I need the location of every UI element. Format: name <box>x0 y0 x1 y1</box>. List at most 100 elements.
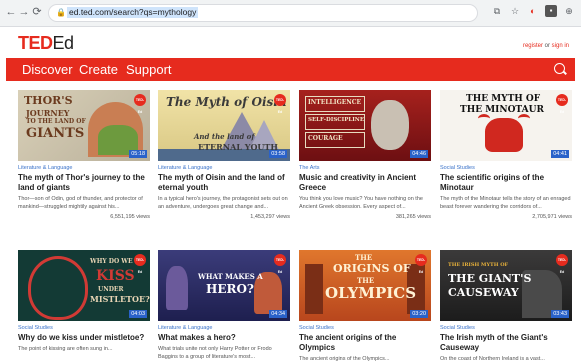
category-label[interactable]: Social Studies <box>299 325 431 331</box>
thumb-line: JOURNEY <box>26 108 70 118</box>
thumb-line: KISS <box>96 268 135 284</box>
address-bar[interactable]: 🔒 ed.ted.com/search?qs=mythology <box>48 4 478 22</box>
lesson-description: In a typical hero's journey, the protago… <box>158 196 288 210</box>
lock-icon: 🔒 <box>56 8 66 17</box>
lesson-thumbnail[interactable]: THE IRISH MYTH OF THE GIANT'S CAUSEWAY T… <box>440 250 572 321</box>
thumb-line: UNDER <box>98 286 124 293</box>
thumb-line: OLYMPICS <box>325 284 417 302</box>
nav-create[interactable]: Create <box>79 62 118 77</box>
thumb-line: INTELLIGENCE <box>308 99 362 106</box>
lesson-thumbnail[interactable]: WHY DO WE KISS UNDER MISTLETOE? TED-Ed 0… <box>18 250 150 321</box>
lesson-card[interactable]: WHAT MAKES A HERO? TED-Ed 04:34 Literatu… <box>158 250 290 361</box>
thumb-line: COURAGE <box>308 135 343 142</box>
thumb-line: THE MYTH OF <box>466 94 541 104</box>
sign-in-link[interactable]: sign in <box>552 43 569 49</box>
lesson-title[interactable]: The myth of Thor's journey to the land o… <box>18 173 150 193</box>
lesson-description: The point of kissing are often sung in..… <box>18 346 113 352</box>
logo-ed: Ed <box>52 33 75 53</box>
lesson-card[interactable]: THE IRISH MYTH OF THE GIANT'S CAUSEWAY T… <box>440 250 572 364</box>
menu-icon[interactable]: ⊕ <box>563 5 575 17</box>
reload-icon[interactable]: ⟳ <box>31 6 43 18</box>
duration-badge: 04:41 <box>551 150 569 158</box>
duration-badge: 04:46 <box>410 150 428 158</box>
lesson-card[interactable]: INTELLIGENCE SELF-DISCIPLINE COURAGE 04:… <box>299 90 431 220</box>
duration-badge: 03:20 <box>410 310 428 318</box>
lesson-description: The ancient origins of the Olympics... <box>299 356 390 362</box>
thumb-line: SELF-DISCIPLINE <box>308 117 365 123</box>
ted-ed-badge: TED-Ed <box>556 254 568 274</box>
lesson-card[interactable]: THE MYTH OF THE MINOTAUR TED-Ed 04:41 So… <box>440 90 572 220</box>
lesson-card[interactable]: WHY DO WE KISS UNDER MISTLETOE? TED-Ed 0… <box>18 250 150 354</box>
url-text[interactable]: ed.ted.com/search?qs=mythology <box>67 7 199 18</box>
ted-ed-badge: TED-Ed <box>274 254 286 274</box>
view-count: 381,265 views <box>395 214 431 220</box>
ted-ed-badge: TED-Ed <box>134 254 146 274</box>
category-label[interactable]: Literature & Language <box>18 165 150 171</box>
thumb-line: GIANTS <box>26 126 85 141</box>
nav-discover[interactable]: Discover <box>22 62 73 77</box>
lesson-title[interactable]: What makes a hero? <box>158 333 290 343</box>
account-links: register or sign in <box>523 43 569 49</box>
lesson-title[interactable]: Why do we kiss under mistletoe? <box>18 333 150 343</box>
thumb-line: WHAT MAKES A <box>198 272 263 281</box>
lesson-title[interactable]: The myth of Oisin and the land of eterna… <box>158 173 290 193</box>
lesson-description: Thor—son of Odin, god of thunder, and pr… <box>18 196 143 210</box>
register-link[interactable]: register <box>523 43 543 49</box>
view-count: 6,551,195 views <box>110 214 150 220</box>
translate-icon[interactable]: ⧉ <box>491 5 503 17</box>
extension-square-icon[interactable]: ▪ <box>545 5 557 17</box>
category-label[interactable]: The Arts <box>299 165 431 171</box>
duration-badge: 03:43 <box>551 310 569 318</box>
duration-badge: 05:18 <box>129 150 147 158</box>
logo-ted: TED <box>18 33 53 53</box>
forward-icon[interactable]: → <box>18 6 30 18</box>
category-label[interactable]: Literature & Language <box>158 165 290 171</box>
lesson-card[interactable]: THOR'S JOURNEY TO THE LAND OF GIANTS TED… <box>18 90 150 220</box>
thumb-line: THE IRISH MYTH OF <box>448 262 509 268</box>
browser-toolbar: ← → ⟳ 🔒 ed.ted.com/search?qs=mythology ⧉… <box>0 0 581 27</box>
lesson-thumbnail[interactable]: THE MYTH OF THE MINOTAUR TED-Ed 04:41 <box>440 90 572 161</box>
thumb-line: The Myth of Oisin <box>166 95 287 109</box>
back-icon[interactable]: ← <box>5 6 17 18</box>
duration-badge: 04:34 <box>269 310 287 318</box>
category-label[interactable]: Social Studies <box>18 325 150 331</box>
lesson-title[interactable]: The ancient origins of the Olympics <box>299 333 431 353</box>
ted-ed-badge: TED-Ed <box>274 94 286 114</box>
thumb-line: THE MINOTAUR <box>460 105 544 115</box>
extension-icon[interactable]: ◐ <box>527 5 539 17</box>
view-count: 1,453,297 views <box>250 214 290 220</box>
lesson-thumbnail[interactable]: INTELLIGENCE SELF-DISCIPLINE COURAGE 04:… <box>299 90 431 161</box>
category-label[interactable]: Social Studies <box>440 165 572 171</box>
lesson-description: On the coast of Northern Ireland is a va… <box>440 356 545 362</box>
bookmark-star-icon[interactable]: ☆ <box>509 5 521 17</box>
lesson-thumbnail[interactable]: The Myth of Oisin And the land of ETERNA… <box>158 90 290 161</box>
lesson-thumbnail[interactable]: THE ORIGINS OF THE OLYMPICS TED-Ed 03:20 <box>299 250 431 321</box>
lesson-title[interactable]: Music and creativity in Ancient Greece <box>299 173 431 193</box>
thumb-line: ORIGINS OF <box>333 262 411 275</box>
lesson-description: The myth of the Minotaur tells the story… <box>440 196 571 210</box>
lesson-thumbnail[interactable]: THOR'S JOURNEY TO THE LAND OF GIANTS TED… <box>18 90 150 161</box>
ted-ed-logo[interactable]: TEDEd <box>18 33 74 54</box>
lesson-title[interactable]: The scientific origins of the Minotaur <box>440 173 572 193</box>
duration-badge: 04:03 <box>129 310 147 318</box>
thumb-line: CAUSEWAY <box>448 286 519 299</box>
category-label[interactable]: Literature & Language <box>158 325 290 331</box>
thumb-line: HERO? <box>206 282 254 296</box>
site-header: TEDEd register or sign in <box>0 27 581 58</box>
main-nav: Discover Create Support <box>6 58 575 81</box>
lesson-description: You think you love music? You have nothi… <box>299 196 423 210</box>
ted-ed-badge: TED-Ed <box>415 254 427 274</box>
thumb-line: MISTLETOE? <box>90 294 150 304</box>
or-text: or <box>544 43 550 49</box>
lesson-card[interactable]: THE ORIGINS OF THE OLYMPICS TED-Ed 03:20… <box>299 250 431 364</box>
search-icon[interactable] <box>554 63 565 74</box>
lesson-title[interactable]: The Irish myth of the Giant's Causeway <box>440 333 572 353</box>
lesson-thumbnail[interactable]: WHAT MAKES A HERO? TED-Ed 04:34 <box>158 250 290 321</box>
thumb-line: TO THE LAND OF <box>26 118 86 125</box>
thumb-line: ETERNAL YOUTH <box>198 142 278 152</box>
thumb-line: WHY DO WE <box>90 258 133 265</box>
lesson-card[interactable]: The Myth of Oisin And the land of ETERNA… <box>158 90 290 220</box>
category-label[interactable]: Social Studies <box>440 325 572 331</box>
nav-support[interactable]: Support <box>126 62 172 77</box>
view-count: 2,705,971 views <box>532 214 572 220</box>
